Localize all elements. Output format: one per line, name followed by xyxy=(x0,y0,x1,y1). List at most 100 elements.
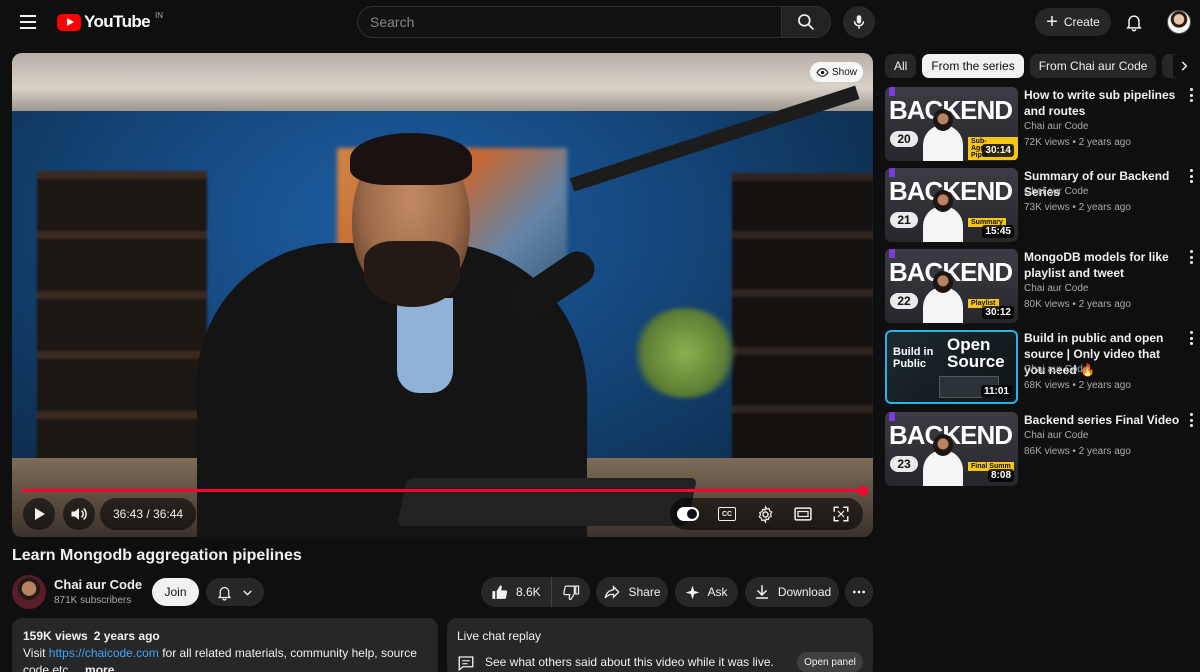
video-duration: 30:12 xyxy=(982,306,1014,319)
chips-next-button[interactable] xyxy=(1173,55,1195,77)
video-title: Learn Mongodb aggregation pipelines xyxy=(12,547,302,564)
progress-bar[interactable] xyxy=(22,485,868,496)
guide-menu-button[interactable] xyxy=(14,8,42,36)
video-thumbnail[interactable]: BACKEND 21 Summary 15:45 xyxy=(885,168,1018,242)
search-button[interactable] xyxy=(781,6,831,38)
recommended-channel[interactable]: Chai aur Code xyxy=(1024,121,1088,132)
settings-button[interactable] xyxy=(753,502,777,526)
recommended-meta: 68K views • 2 years ago xyxy=(1024,380,1131,391)
chip-from-the-series[interactable]: From the series xyxy=(922,54,1024,78)
youtube-logo[interactable]: YouTube IN xyxy=(57,11,163,32)
recommended-title[interactable]: Backend series Final Video xyxy=(1024,412,1184,428)
download-button[interactable]: Download xyxy=(745,577,839,607)
show-overlay-button[interactable]: Show xyxy=(809,62,863,82)
masthead: YouTube IN + Create xyxy=(0,0,1200,44)
play-button[interactable] xyxy=(23,498,55,530)
more-actions-button[interactable] xyxy=(845,577,873,607)
autoplay-toggle[interactable] xyxy=(676,502,700,526)
recommended-video[interactable]: BACKEND 23 Final Summ 8:08 Backend serie… xyxy=(885,412,1195,488)
captions-button[interactable]: CC xyxy=(715,502,739,526)
gear-icon xyxy=(757,504,773,524)
toggle-icon xyxy=(677,507,699,521)
download-label: Download xyxy=(777,585,832,599)
like-dislike-group: 8.6K xyxy=(481,577,590,607)
thumb-episode-number: 23 xyxy=(890,456,918,472)
dislike-button[interactable] xyxy=(552,577,590,607)
video-duration: 11:01 xyxy=(980,385,1012,398)
action-menu-button[interactable] xyxy=(1188,330,1194,346)
mute-button[interactable] xyxy=(63,498,95,530)
recommended-channel[interactable]: Chai aur Code xyxy=(1024,283,1088,294)
eye-icon xyxy=(816,67,829,77)
subscribed-notifications-button[interactable] xyxy=(206,578,264,606)
action-menu-button[interactable] xyxy=(1188,412,1194,428)
like-count: 8.6K xyxy=(516,585,541,599)
more-horizontal-icon xyxy=(853,590,865,594)
channel-name[interactable]: Chai aur Code xyxy=(54,577,142,592)
view-count: 159K views xyxy=(23,629,88,643)
ask-button[interactable]: Ask xyxy=(675,577,738,607)
recommended-video[interactable]: BACKEND 21 Summary 15:45 Summary of our … xyxy=(885,168,1195,244)
recommended-channel[interactable]: Chai aur Code xyxy=(1024,364,1088,375)
description-box[interactable]: 159K views 2 years ago Visit https://chai… xyxy=(12,618,438,672)
action-menu-button[interactable] xyxy=(1188,168,1194,184)
search-input[interactable] xyxy=(357,6,781,38)
description-text: Visit https://chaicode.com for all relat… xyxy=(23,645,427,672)
download-icon xyxy=(755,585,768,599)
action-menu-button[interactable] xyxy=(1188,87,1194,103)
action-menu-button[interactable] xyxy=(1188,249,1194,265)
video-thumbnail[interactable]: BACKEND 20 Sub-Aggregation Pipel 30:14 xyxy=(885,87,1018,161)
sparkle-icon xyxy=(686,585,700,599)
recommended-title[interactable]: MongoDB models for like playlist and twe… xyxy=(1024,249,1184,281)
recommended-video[interactable]: Build in Public Open Source 11:01 Build … xyxy=(885,330,1195,406)
like-button[interactable]: 8.6K xyxy=(481,577,552,607)
notifications-button[interactable] xyxy=(1122,10,1146,34)
search-bar xyxy=(357,6,831,38)
recommended-video[interactable]: BACKEND 20 Sub-Aggregation Pipel 30:14 H… xyxy=(885,87,1195,163)
video-thumbnail[interactable]: Build in Public Open Source 11:01 xyxy=(885,330,1018,404)
plus-icon: + xyxy=(1046,11,1058,33)
thumb-left-text: Build in Public xyxy=(893,346,934,370)
description-meta: 159K views 2 years ago xyxy=(23,628,427,645)
description-link[interactable]: https://chaicode.com xyxy=(49,646,159,660)
right-controls: CC xyxy=(670,498,863,530)
youtube-play-icon xyxy=(57,13,81,31)
recommended-channel[interactable]: Chai aur Code xyxy=(1024,430,1088,441)
chip-all[interactable]: All xyxy=(885,54,917,78)
video-thumbnail[interactable]: BACKEND 22 Playlist 30:12 xyxy=(885,249,1018,323)
recommended-channel[interactable]: Chai aur Code xyxy=(1024,186,1088,197)
account-avatar[interactable] xyxy=(1167,10,1191,34)
share-button[interactable]: Share xyxy=(596,577,668,607)
recommended-video[interactable]: BACKEND 22 Playlist 30:12 MongoDB models… xyxy=(885,249,1195,325)
thumbs-down-icon xyxy=(562,585,579,600)
fullscreen-button[interactable] xyxy=(829,502,853,526)
live-chat-replay-box: Live chat replay See what others said ab… xyxy=(447,618,873,672)
subscriber-count: 871K subscribers xyxy=(54,595,132,606)
live-chat-title: Live chat replay xyxy=(457,629,542,643)
bell-icon xyxy=(1126,15,1142,32)
video-duration: 30:14 xyxy=(982,144,1014,157)
show-label: Show xyxy=(831,66,857,78)
open-panel-button[interactable]: Open panel xyxy=(797,652,863,672)
chat-bubble-icon xyxy=(458,656,474,672)
create-label: Create xyxy=(1063,15,1100,29)
thumb-right-text: Open Source xyxy=(947,335,1005,371)
show-more-link[interactable]: ...more xyxy=(75,663,114,672)
theater-icon xyxy=(794,507,812,521)
create-button[interactable]: + Create xyxy=(1035,8,1111,36)
join-button[interactable]: Join xyxy=(152,578,199,606)
voice-search-button[interactable] xyxy=(843,6,875,38)
theater-mode-button[interactable] xyxy=(791,502,815,526)
video-thumbnail[interactable]: BACKEND 23 Final Summ 8:08 xyxy=(885,412,1018,486)
share-icon xyxy=(605,585,621,599)
progress-played xyxy=(22,489,863,492)
thumb-episode-number: 20 xyxy=(890,131,918,147)
recommended-meta: 72K views • 2 years ago xyxy=(1024,137,1131,148)
live-chat-text: See what others said about this video wh… xyxy=(485,655,774,669)
recommended-title[interactable]: How to write sub pipelines and routes xyxy=(1024,87,1184,119)
chip-from-chai-aur-code[interactable]: From Chai aur Code xyxy=(1029,54,1157,78)
video-player[interactable]: Show 36:43 / 36:44 CC xyxy=(12,53,873,537)
scrubber-handle[interactable] xyxy=(857,485,868,496)
channel-avatar[interactable] xyxy=(12,575,46,609)
time-display: 36:43 / 36:44 xyxy=(100,498,197,530)
